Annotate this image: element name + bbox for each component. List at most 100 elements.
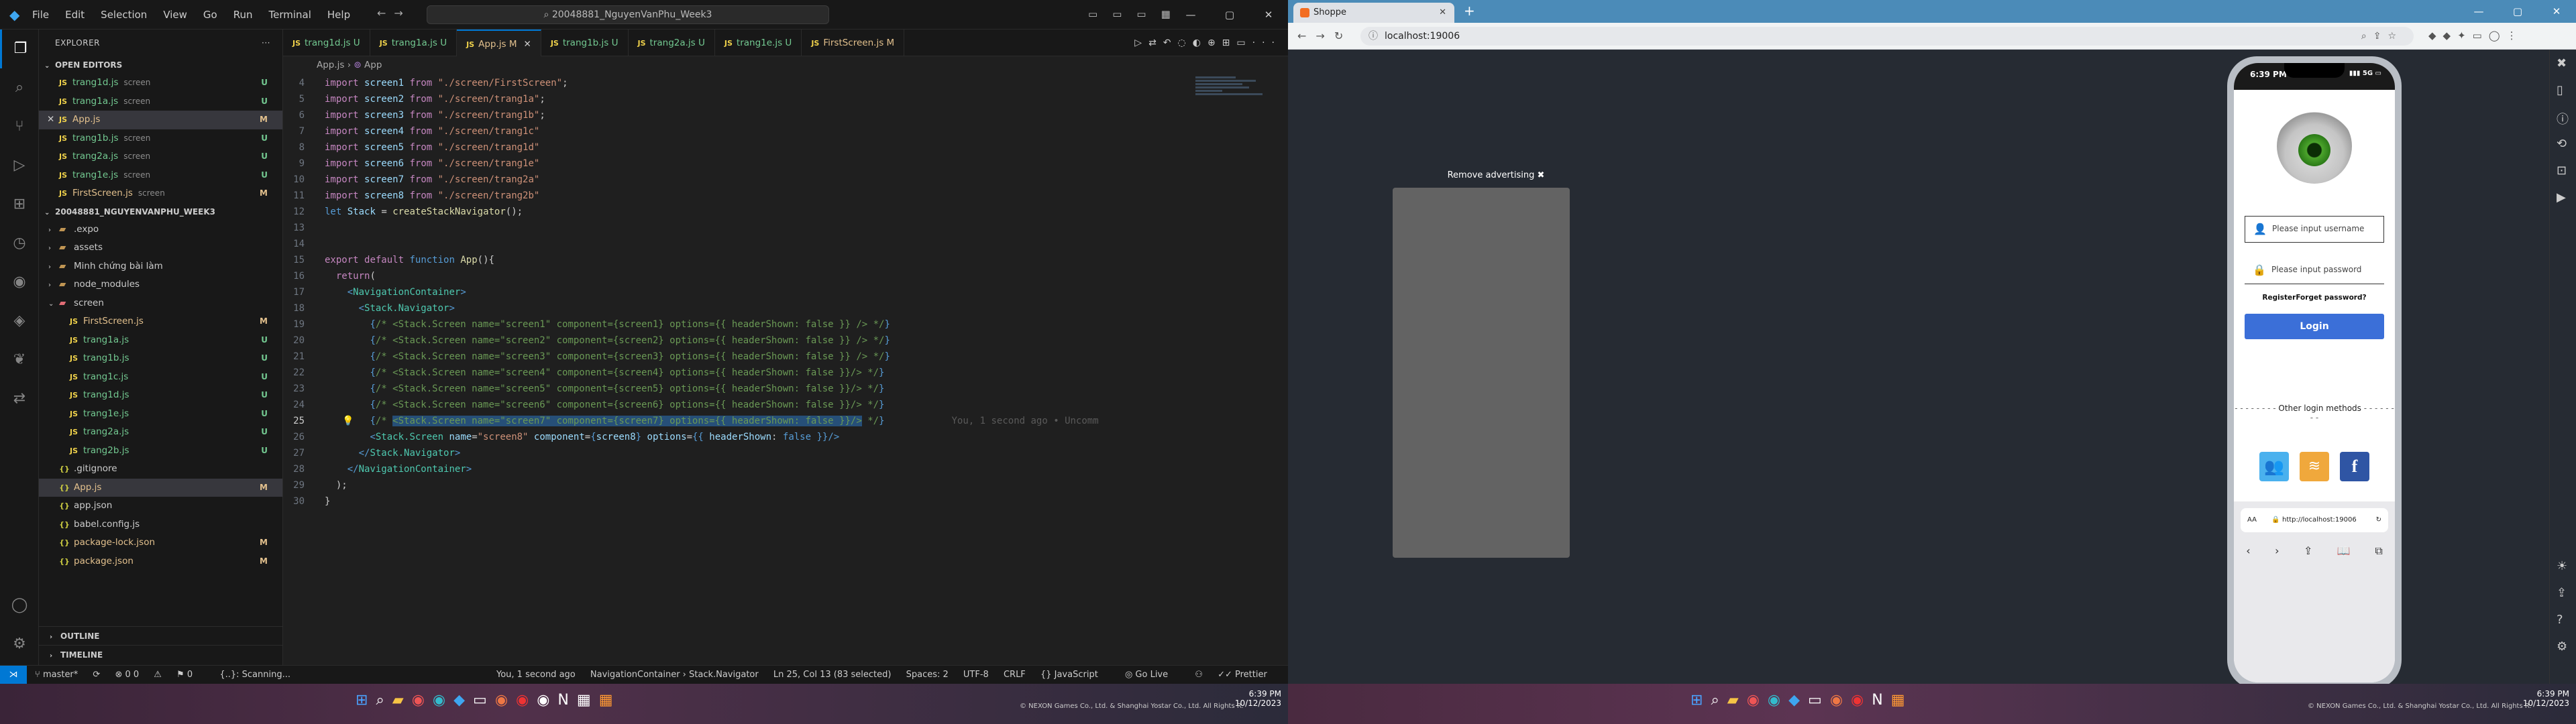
- share-icon[interactable]: ⇪: [2557, 586, 2567, 600]
- mongodb-icon[interactable]: ❦: [0, 341, 39, 379]
- menu-file[interactable]: File: [32, 9, 49, 21]
- register-link[interactable]: Register: [2262, 294, 2296, 302]
- open-editors-section[interactable]: ⌄ OPEN EDITORS: [39, 56, 282, 74]
- search-icon[interactable]: ⌕: [376, 692, 384, 709]
- editor-tab[interactable]: JS trang1e.js U: [715, 29, 802, 56]
- nav-buttons[interactable]: ←→↻: [1297, 29, 1352, 42]
- rotate-icon[interactable]: ⟲: [2557, 137, 2567, 151]
- more-actions-icon[interactable]: ···: [262, 29, 270, 56]
- extension-icons[interactable]: ◆◆✦▭◯⋮: [2428, 29, 2524, 42]
- timeline-icon[interactable]: ◷: [0, 224, 39, 263]
- chrome-icon[interactable]: ◉: [412, 692, 425, 709]
- menu-edit[interactable]: Edit: [65, 9, 85, 21]
- ports-status[interactable]: ⚑ 0: [176, 670, 205, 680]
- close-icon[interactable]: ✕: [1249, 0, 1288, 29]
- minimize-icon[interactable]: —: [1171, 0, 1210, 29]
- login-button[interactable]: Login: [2245, 314, 2384, 339]
- editor-tab[interactable]: JS FirstScreen.js M: [802, 29, 905, 56]
- timeline-section[interactable]: › TIMELINE: [39, 645, 283, 664]
- edge-icon[interactable]: ◉: [433, 692, 445, 709]
- source-control-icon[interactable]: ⑂: [0, 107, 39, 146]
- editor-tab[interactable]: JS App.js M ✕: [457, 29, 541, 56]
- breadcrumb-file[interactable]: App.js: [317, 60, 344, 70]
- menu-help[interactable]: Help: [327, 9, 350, 21]
- explorer-icon[interactable]: ❐: [0, 29, 39, 68]
- file-item[interactable]: JS FirstScreen.js M: [39, 312, 282, 331]
- vscode-icon[interactable]: ◆: [453, 692, 465, 709]
- live-share-icon[interactable]: ⇄: [0, 379, 39, 418]
- history-arrows[interactable]: ←→: [377, 7, 411, 19]
- back-icon[interactable]: ‹: [2246, 544, 2250, 558]
- prettier-button[interactable]: ✓✓ Prettier: [1218, 670, 1279, 680]
- app-icon[interactable]: ◉: [1830, 692, 1843, 709]
- editor-actions[interactable]: ▷⇄↶◌◐⊕⊞▭···: [1134, 29, 1288, 56]
- screenshot-icon[interactable]: ⊡: [2557, 164, 2567, 178]
- notion-icon[interactable]: N: [1872, 692, 1882, 709]
- settings-gear-icon[interactable]: ⚙: [2557, 640, 2567, 654]
- open-editor-item[interactable]: ✕ JS App.js M: [39, 111, 282, 129]
- username-input[interactable]: 👤 Please input username: [2245, 216, 2384, 243]
- menu-go[interactable]: Go: [203, 9, 217, 21]
- file-item[interactable]: JS trang1b.js U: [39, 349, 282, 368]
- forward-icon[interactable]: ›: [2275, 544, 2279, 558]
- go-live-button[interactable]: ◎ Go Live: [1125, 670, 1180, 680]
- blame-status[interactable]: You, 1 second ago: [496, 670, 576, 680]
- minimize-icon[interactable]: —: [2459, 0, 2498, 23]
- breadcrumb-symbol[interactable]: App: [364, 60, 382, 70]
- file-item[interactable]: JS trang2a.js U: [39, 423, 282, 442]
- edge-icon[interactable]: ◉: [1768, 692, 1780, 709]
- add-user-login-button[interactable]: 👥: [2259, 452, 2289, 481]
- pinterest-icon[interactable]: ◉: [516, 692, 529, 709]
- outline-section[interactable]: › OUTLINE: [39, 626, 283, 645]
- toggle-sidebar-icon[interactable]: ▭: [1088, 8, 1097, 20]
- toggle-secondary-icon[interactable]: ▭: [1136, 8, 1146, 20]
- close-icon[interactable]: ✖: [2557, 56, 2567, 70]
- file-item[interactable]: JS trang1c.js U: [39, 368, 282, 387]
- problems-status[interactable]: ⊗ 0 0 ⚠: [115, 670, 162, 680]
- maximize-icon[interactable]: ▢: [1210, 0, 1249, 29]
- close-tab-icon[interactable]: ✕: [524, 39, 531, 50]
- wifi-login-button[interactable]: ≋: [2300, 452, 2329, 481]
- windows-start-icon[interactable]: ⊞: [356, 692, 368, 709]
- file-item[interactable]: JS trang2b.js U: [39, 442, 282, 461]
- command-center[interactable]: ⌕ 20048881_NguyenVanPhu_Week3: [427, 5, 829, 24]
- tabs-icon[interactable]: ⧉: [2375, 544, 2382, 558]
- editor-tab[interactable]: JS trang2a.js U: [629, 29, 715, 56]
- windows-start-icon[interactable]: ⊞: [1690, 692, 1703, 709]
- aa-button[interactable]: AA: [2247, 508, 2257, 532]
- code-editor[interactable]: 4 import screen1 from "./screen/FirstScre…: [283, 75, 1189, 658]
- theme-icon[interactable]: ☀: [2557, 559, 2567, 573]
- folder-item[interactable]: › ▰ node_modules: [39, 276, 282, 294]
- extensions-icon[interactable]: ⊞: [0, 185, 39, 224]
- maximize-icon[interactable]: ▢: [2498, 0, 2537, 23]
- remove-ad-link[interactable]: Remove advertising ✖: [1429, 170, 1563, 180]
- folder-item[interactable]: › ▰ .expo: [39, 221, 282, 239]
- info-icon[interactable]: ⓘ: [2557, 110, 2569, 127]
- share-icon[interactable]: ⇪: [2304, 544, 2312, 558]
- chrome-icon[interactable]: ◉: [1747, 692, 1760, 709]
- toggle-panel-icon[interactable]: ▭: [1112, 8, 1122, 20]
- close-icon[interactable]: ✕: [2537, 0, 2576, 23]
- file-item[interactable]: {} App.js M: [39, 478, 282, 497]
- account-icon[interactable]: ◯: [0, 586, 39, 625]
- facebook-login-button[interactable]: f: [2340, 452, 2369, 481]
- remote-icon[interactable]: ⋊: [0, 666, 27, 684]
- open-editor-item[interactable]: JS FirstScreen.js screen M: [39, 184, 282, 203]
- terminal-icon[interactable]: ▭: [1808, 692, 1822, 709]
- open-editor-item[interactable]: JS trang1a.js screen U: [39, 93, 282, 111]
- help-icon[interactable]: ?: [2557, 613, 2563, 627]
- folder-item[interactable]: › ▰ assets: [39, 239, 282, 257]
- new-tab-icon[interactable]: +: [1464, 3, 1475, 19]
- app-icon[interactable]: ▦: [1891, 692, 1905, 709]
- remote-icon[interactable]: ◈: [0, 302, 39, 341]
- copilot-icon[interactable]: ⚇: [1195, 670, 1203, 680]
- run-debug-icon[interactable]: ▷: [0, 146, 39, 185]
- forget-password-link[interactable]: Forget password?: [2296, 294, 2366, 302]
- browser-tab[interactable]: Shoppe ✕: [1293, 3, 1454, 23]
- project-section[interactable]: ⌄ 20048881_NGUYENVANPHU_WEEK3: [39, 203, 282, 221]
- menu-selection[interactable]: Selection: [101, 9, 147, 21]
- notion-icon[interactable]: N: [557, 692, 568, 709]
- open-editor-item[interactable]: JS trang2a.js screen U: [39, 147, 282, 166]
- app-icon[interactable]: ▦: [577, 692, 591, 709]
- address-bar[interactable]: ⓘ localhost:19006 ⌕⇪☆: [1360, 27, 2414, 46]
